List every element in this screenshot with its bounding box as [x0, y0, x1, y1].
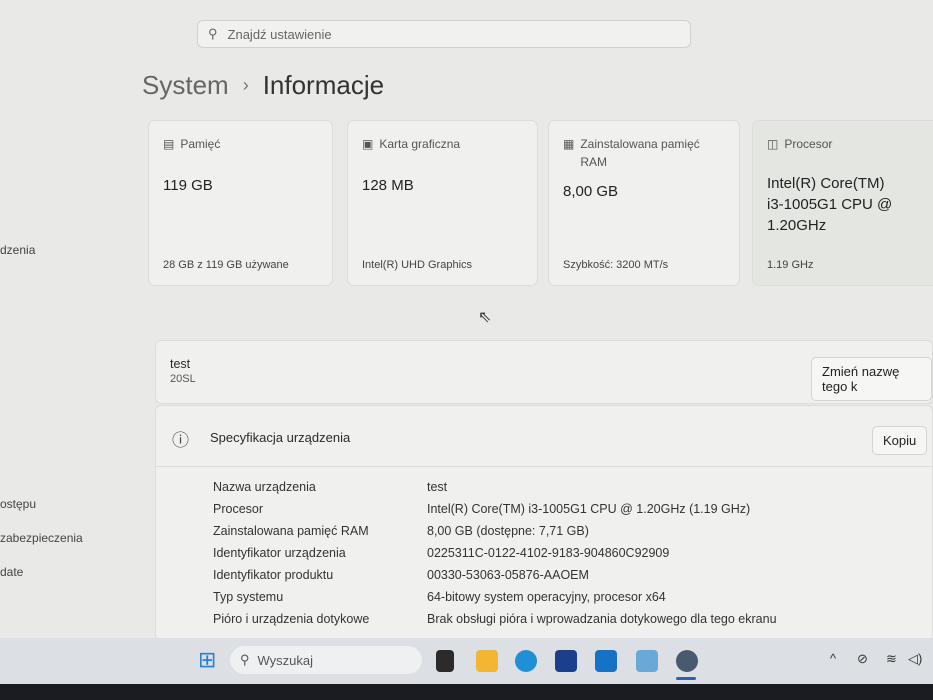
file-explorer-icon[interactable] — [476, 650, 498, 672]
start-windows-icon[interactable]: ⊞ — [198, 647, 216, 673]
spec-key: Pióro i urządzenia dotykowe — [213, 612, 370, 626]
spec-row: Identyfikator urządzenia 0225311C-0122-41… — [213, 542, 777, 564]
spec-key: Typ systemu — [213, 590, 284, 604]
card-sub: Szybkość: 3200 MT/s — [563, 259, 669, 271]
spec-key: Zainstalowana pamięć RAM — [213, 524, 369, 538]
card-title: Karta graficzna — [379, 137, 461, 151]
card-sub: 1.19 GHz — [767, 259, 814, 271]
photos-icon[interactable] — [636, 650, 658, 672]
card-sub: 28 GB z 119 GB używane — [163, 259, 289, 271]
sidebar-item[interactable]: dzenia — [0, 243, 35, 257]
device-spec-panel: ⓘ Specyfikacja urządzenia Kopiu Nazwa ur… — [155, 405, 933, 641]
chevron-right-icon: › — [242, 75, 249, 95]
taskbar: ⊞ ⚲ Wyszukaj — [0, 638, 933, 684]
spec-value[interactable]: 8,00 GB (dostępne: 7,71 GB) — [427, 520, 589, 542]
spec-row: Procesor Intel(R) Core(TM) i3-1005G1 CPU … — [213, 498, 777, 520]
sidebar-item[interactable]: date — [0, 565, 23, 579]
taskbar-search[interactable]: ⚲ Wyszukaj — [230, 646, 422, 674]
spec-key: Identyfikator urządzenia — [213, 546, 346, 560]
sidebar-item[interactable]: zabezpieczenia — [0, 531, 83, 545]
sidebar-item[interactable]: ostępu — [0, 497, 36, 511]
mouse-cursor-icon: ⇖ — [478, 309, 492, 326]
card-title: Procesor — [784, 137, 833, 151]
spec-table: Nazwa urządzenia test Procesor Intel(R) Cor… — [213, 476, 777, 630]
spec-key: Procesor — [213, 502, 264, 516]
storage-card[interactable]: ▤ Pamięć 119 GB 28 GB z 119 GB używane — [148, 120, 333, 286]
task-view-icon[interactable] — [436, 650, 454, 672]
card-title: Zainstalowana pamięć RAM — [580, 137, 700, 169]
gpu-card[interactable]: ▣ Karta graficzna 128 MB Intel(R) UHD Gra… — [347, 120, 538, 286]
edge-icon[interactable] — [515, 650, 537, 672]
spec-row: Nazwa urządzenia test — [213, 476, 777, 498]
spec-row: Identyfikator produktu 00330-53063-05876-… — [213, 564, 777, 586]
wifi-icon[interactable]: ≋ — [886, 651, 897, 667]
spec-value[interactable]: 0225311C-0122-4102-9183-904860C92909 — [427, 542, 669, 564]
breadcrumb-system[interactable]: System — [142, 70, 229, 101]
search-input[interactable]: Znajdź ustawienie — [228, 27, 332, 42]
spec-value[interactable]: Brak obsługi pióra i wprowadzania dotyko… — [427, 608, 777, 630]
spec-value[interactable]: Intel(R) Core(TM) i3-1005G1 CPU @ 1.20GH… — [427, 498, 750, 520]
spec-title: Specyfikacja urządzenia — [210, 430, 351, 445]
page-title: Informacje — [262, 70, 385, 100]
chevron-up-icon[interactable]: ^ — [830, 651, 836, 666]
copy-button[interactable]: Kopiu — [872, 426, 928, 455]
settings-search[interactable]: ⚲ Znajdź ustawienie — [197, 20, 691, 48]
volume-icon[interactable]: ◁) — [908, 651, 922, 667]
spec-value[interactable]: test — [427, 476, 447, 498]
spec-row: Zainstalowana pamięć RAM 8,00 GB (dostępn… — [213, 520, 777, 542]
cpu-icon: ◫ — [767, 137, 779, 151]
ram-card[interactable]: ▦ Zainstalowana pamięć RAM 8,00 GB Szybko… — [548, 120, 740, 286]
spec-key: Nazwa urządzenia — [213, 480, 316, 494]
spec-row: Pióro i urządzenia dotykowe Brak obsługi … — [213, 608, 777, 630]
breadcrumb: System › Informacje — [142, 70, 384, 101]
card-title: Pamięć — [180, 137, 221, 151]
screen-bezel — [0, 684, 933, 700]
store-icon[interactable] — [555, 650, 577, 672]
rename-pc-button[interactable]: Zmień nazwę tego k — [811, 357, 932, 401]
search-icon: ⚲ — [240, 652, 250, 667]
device-name: test — [170, 357, 191, 371]
taskbar-search-input[interactable]: Wyszukaj — [258, 653, 314, 668]
settings-gear-icon[interactable] — [676, 650, 698, 672]
device-name-panel: test 20SL Zmień nazwę tego k — [155, 340, 933, 404]
cpu-card[interactable]: ◫ Procesor Intel(R) Core(TM) i3-1005G1 CP… — [752, 120, 933, 286]
active-app-indicator — [676, 677, 696, 680]
card-value: 119 GB — [163, 177, 213, 194]
info-icon: ⓘ — [172, 431, 189, 450]
sync-off-icon[interactable]: ⊘ — [857, 651, 868, 667]
spec-value[interactable]: 00330-53063-05876-AAOEM — [427, 564, 589, 586]
gpu-icon: ▣ — [362, 137, 374, 151]
search-icon: ⚲ — [208, 26, 218, 41]
spec-key: Identyfikator produktu — [213, 568, 334, 582]
device-model: 20SL — [170, 373, 196, 385]
card-sub: Intel(R) UHD Graphics — [362, 259, 473, 271]
outlook-icon[interactable] — [595, 650, 617, 672]
storage-icon: ▤ — [163, 137, 175, 151]
spec-value[interactable]: 64-bitowy system operacyjny, procesor x6… — [427, 586, 666, 608]
card-value: 128 MB — [362, 177, 414, 194]
ram-icon: ▦ — [563, 137, 575, 151]
card-value: Intel(R) Core(TM) i3-1005G1 CPU @ 1.20GH… — [767, 175, 893, 234]
spec-row: Typ systemu 64-bitowy system operacyjny, … — [213, 586, 777, 608]
card-value: 8,00 GB — [563, 183, 619, 200]
